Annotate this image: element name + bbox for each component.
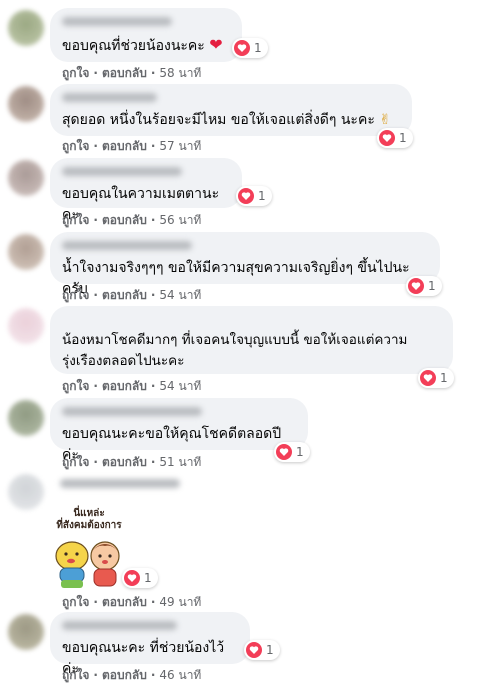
love-reaction-icon: [124, 570, 140, 586]
like-button[interactable]: ถูกใจ: [62, 288, 89, 302]
comment-timestamp[interactable]: 51 นาที: [159, 455, 201, 469]
like-button[interactable]: ถูกใจ: [62, 379, 89, 393]
like-button[interactable]: ถูกใจ: [62, 595, 89, 609]
love-reaction-icon: [379, 130, 395, 146]
reaction-count[interactable]: 1: [236, 186, 272, 206]
comment-timestamp[interactable]: 57 นาที: [159, 139, 201, 153]
reaction-count[interactable]: 1: [244, 640, 280, 660]
avatar[interactable]: [8, 86, 44, 122]
avatar[interactable]: [8, 10, 44, 46]
like-button[interactable]: ถูกใจ: [62, 66, 89, 80]
commenter-name[interactable]: [60, 479, 180, 488]
commenter-name[interactable]: [62, 621, 177, 630]
avatar[interactable]: [8, 614, 44, 650]
reply-button[interactable]: ตอบกลับ: [102, 595, 147, 609]
reaction-count[interactable]: 1: [377, 128, 413, 148]
comment-timestamp[interactable]: 54 นาที: [159, 379, 201, 393]
reaction-count[interactable]: 1: [406, 276, 442, 296]
reply-button[interactable]: ตอบกลับ: [102, 379, 147, 393]
comment-bubble: ขอบคุณนะคะขอให้คุณโชคดีตลอดปีค่ะ: [50, 398, 308, 463]
like-button[interactable]: ถูกใจ: [62, 139, 89, 153]
reply-button[interactable]: ตอบกลับ: [102, 288, 147, 302]
comment-bubble: สุดยอด หนึ่งในร้อยจะมีไหม ขอให้เจอแต่สิ่…: [50, 84, 412, 136]
reaction-count[interactable]: 1: [122, 568, 158, 588]
reaction-count[interactable]: 1: [418, 368, 454, 388]
avatar[interactable]: [8, 234, 44, 270]
avatar[interactable]: [8, 400, 44, 436]
sticker[interactable]: นี่แหล่ะ ที่สังคมต้องการ: [50, 508, 128, 588]
reply-button[interactable]: ตอบกลับ: [102, 213, 147, 227]
comment-text: ขอบคุณที่ช่วยน้องนะคะ: [62, 38, 205, 54]
love-reaction-icon: [408, 278, 424, 294]
comment-timestamp[interactable]: 54 นาที: [159, 288, 201, 302]
commenter-name[interactable]: [62, 167, 182, 176]
comment-timestamp[interactable]: 56 นาที: [159, 213, 201, 227]
comment-bubble: น้องหมาโชคดีมากๆ ที่เจอคนใจบุญแบบนี้ ขอใ…: [50, 306, 453, 374]
comment-bubble: น้ำใจงามจริงๆๆๆ ขอให้มีความสุขความเจริญย…: [50, 232, 440, 297]
love-reaction-icon: [276, 444, 292, 460]
avatar[interactable]: [8, 308, 44, 344]
reply-button[interactable]: ตอบกลับ: [102, 668, 147, 682]
comment-bubble: ขอบคุณนะคะ ที่ช่วยน้องไว้ค่ะ: [50, 612, 250, 677]
commenter-name[interactable]: [62, 93, 157, 102]
reply-button[interactable]: ตอบกลับ: [102, 139, 147, 153]
love-reaction-icon: [238, 188, 254, 204]
comment-timestamp[interactable]: 58 นาที: [159, 66, 201, 80]
comment-bubble: ขอบคุณในความเมตตานะคะ: [50, 158, 242, 223]
reply-button[interactable]: ตอบกลับ: [102, 66, 147, 80]
love-reaction-icon: [234, 40, 250, 56]
reply-button[interactable]: ตอบกลับ: [102, 455, 147, 469]
commenter-name[interactable]: [62, 407, 202, 416]
comment-timestamp[interactable]: 46 นาที: [159, 668, 201, 682]
comment-timestamp[interactable]: 49 นาที: [159, 595, 201, 609]
reaction-count[interactable]: 1: [232, 38, 268, 58]
love-reaction-icon: [420, 370, 436, 386]
commenter-name[interactable]: [62, 241, 192, 250]
sticker-characters-icon: [55, 541, 120, 588]
comment-text: สุดยอด หนึ่งในร้อยจะมีไหม ขอให้เจอแต่สิ่…: [62, 112, 375, 128]
comment-bubble: ขอบคุณที่ช่วยน้องนะคะ ❤: [50, 8, 242, 62]
commenter-name[interactable]: [62, 17, 172, 26]
like-button[interactable]: ถูกใจ: [62, 213, 89, 227]
like-button[interactable]: ถูกใจ: [62, 668, 89, 682]
sticker-caption: นี่แหล่ะ ที่สังคมต้องการ: [56, 508, 122, 531]
red-heart-emoji-icon: ❤: [209, 35, 223, 54]
comment-text: น้องหมาโชคดีมากๆ ที่เจอคนใจบุญแบบนี้ ขอใ…: [62, 332, 408, 369]
love-reaction-icon: [246, 642, 262, 658]
reaction-count[interactable]: 1: [274, 442, 310, 462]
like-button[interactable]: ถูกใจ: [62, 455, 89, 469]
avatar[interactable]: [8, 160, 44, 196]
avatar[interactable]: [8, 474, 44, 510]
